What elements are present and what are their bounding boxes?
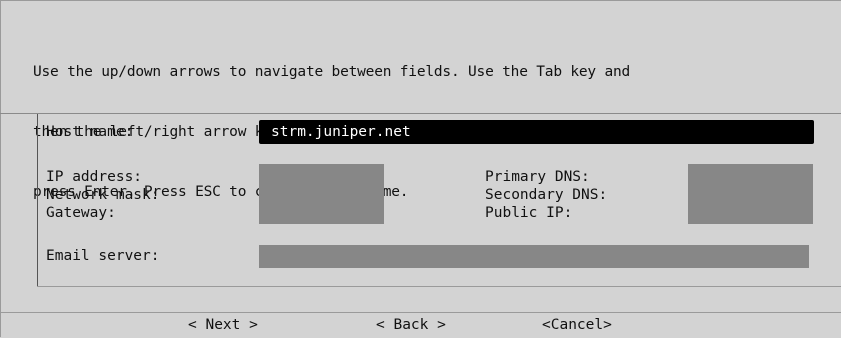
primary-dns-label: Primary DNS: xyxy=(485,169,590,185)
window-left-border xyxy=(0,0,1,337)
cancel-button[interactable]: <Cancel> xyxy=(542,316,612,334)
instruction-line: Use the up/down arrows to navigate betwe… xyxy=(33,64,631,80)
primary-dns-input[interactable] xyxy=(688,164,813,224)
ip-address-label: IP address: xyxy=(46,169,143,185)
email-server-label: Email server: xyxy=(46,248,160,264)
secondary-dns-label: Secondary DNS: xyxy=(485,187,608,203)
form-panel-border xyxy=(37,114,38,286)
gateway-label: Gateway: xyxy=(46,205,116,221)
host-name-input[interactable]: strm.juniper.net xyxy=(259,120,814,144)
public-ip-label: Public IP: xyxy=(485,205,573,221)
window-top-border xyxy=(0,0,841,1)
network-mask-label: Network mask: xyxy=(46,187,160,203)
next-button[interactable]: < Next > xyxy=(188,316,258,334)
form-divider xyxy=(0,113,841,114)
email-server-input[interactable] xyxy=(259,245,809,268)
host-name-label: Host name: xyxy=(46,124,134,140)
ip-address-input[interactable] xyxy=(259,164,384,224)
form-panel-bottom-border xyxy=(37,286,841,287)
back-button[interactable]: < Back > xyxy=(376,316,446,334)
